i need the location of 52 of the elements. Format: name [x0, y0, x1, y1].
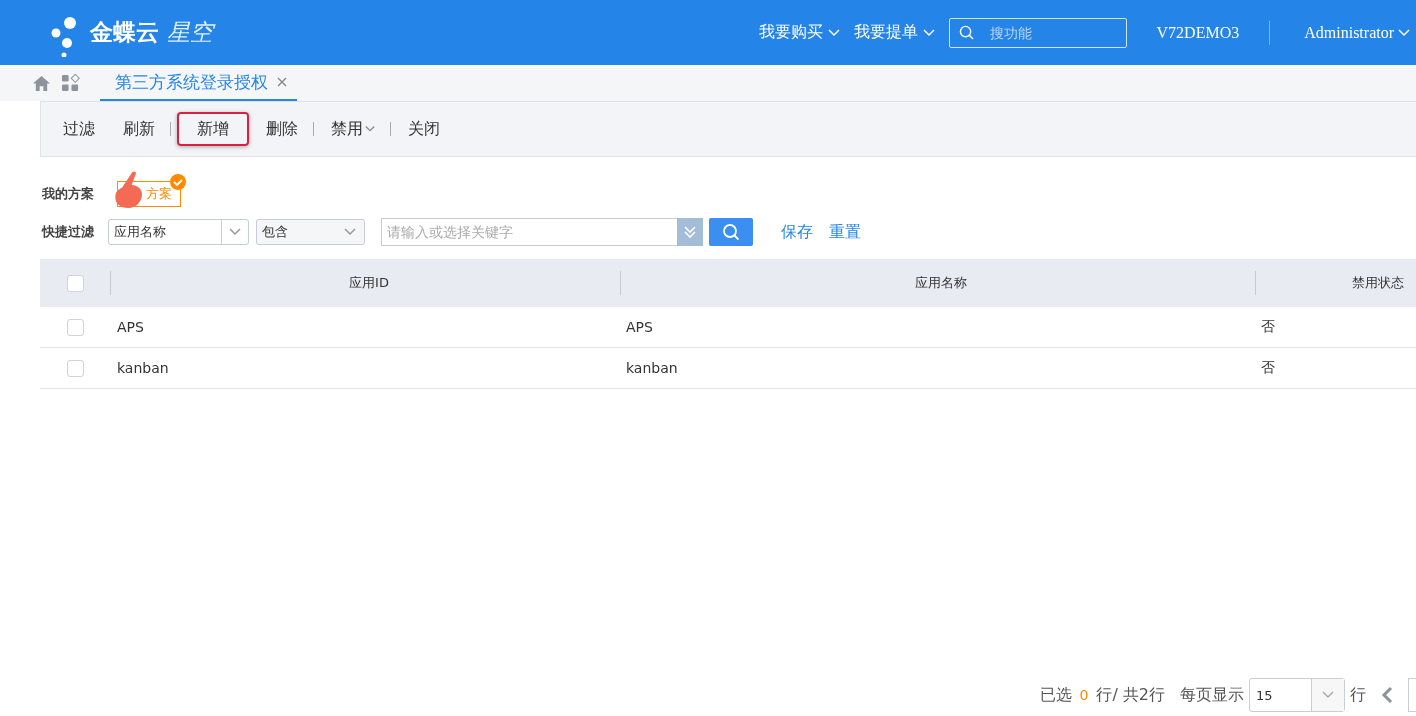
scheme-label: 我的方案: [42, 185, 95, 203]
header-menu[interactable]: 我要购买: [758, 22, 840, 43]
table-cell-text: kanban: [116, 359, 170, 378]
footer-text: 每页显示: [1180, 684, 1244, 706]
search-icon: [722, 223, 740, 241]
table-cell-text: APS: [116, 318, 145, 337]
column-header[interactable]: 应用名称: [620, 271, 1255, 295]
quick-filter-label: 快捷过滤: [42, 223, 95, 241]
select-all-checkbox[interactable]: [66, 274, 84, 292]
table-cell-text: 否: [1260, 317, 1276, 336]
data-center-label[interactable]: V72DEMO3: [1156, 20, 1271, 45]
logo-brand: 金蝶云: [90, 18, 159, 47]
footer-text: 已选: [1039, 684, 1072, 706]
selected-count: 0: [1079, 687, 1089, 703]
caret-icon: [922, 28, 935, 37]
page-size-select[interactable]: 15: [1249, 678, 1345, 712]
caret-icon: [229, 228, 241, 236]
user-menu[interactable]: Administrator: [1304, 23, 1410, 42]
row-checkbox[interactable]: [66, 318, 84, 336]
apps-icon[interactable]: [61, 73, 80, 93]
toolbar-button[interactable]: 过滤: [52, 112, 106, 146]
operator-select[interactable]: 包含: [256, 219, 365, 245]
check-badge-icon: [170, 174, 186, 190]
search-icon: [958, 24, 974, 40]
caret-icon: [1322, 691, 1334, 699]
column-header[interactable]: 应用ID: [110, 271, 620, 295]
toolbar-button[interactable]: 新增: [177, 112, 249, 146]
footer-text: 行: [1350, 684, 1366, 706]
toolbar-button[interactable]: 关闭: [397, 112, 451, 146]
search-button[interactable]: [709, 218, 753, 246]
filter-link[interactable]: 重置: [829, 221, 861, 243]
home-icon[interactable]: [32, 74, 51, 92]
table-cell-text: 否: [1260, 358, 1276, 377]
row-checkbox[interactable]: [66, 359, 84, 377]
double-chevron-icon[interactable]: [677, 218, 703, 246]
column-header[interactable]: 禁用状态: [1255, 271, 1416, 295]
filter-link[interactable]: 保存: [781, 221, 813, 243]
caret-icon: [827, 28, 840, 37]
caret-icon: [344, 228, 356, 236]
caret-icon: [1398, 28, 1410, 37]
table-cell-text: APS: [625, 318, 654, 337]
header-menu[interactable]: 我要提单: [853, 22, 935, 43]
previous-page-icon[interactable]: [1381, 686, 1393, 704]
close-icon[interactable]: [277, 77, 287, 87]
page-number-field[interactable]: [1408, 678, 1416, 712]
field-select[interactable]: 应用名称: [108, 219, 249, 245]
caret-icon: [365, 125, 375, 133]
footer-text: 行/: [1096, 684, 1118, 706]
search-field[interactable]: 搜功能: [948, 17, 1127, 48]
keyword-field[interactable]: 请输入或选择关键字: [381, 218, 677, 246]
total-count: 共2行: [1122, 684, 1165, 706]
table-cell-text: kanban: [625, 359, 679, 378]
